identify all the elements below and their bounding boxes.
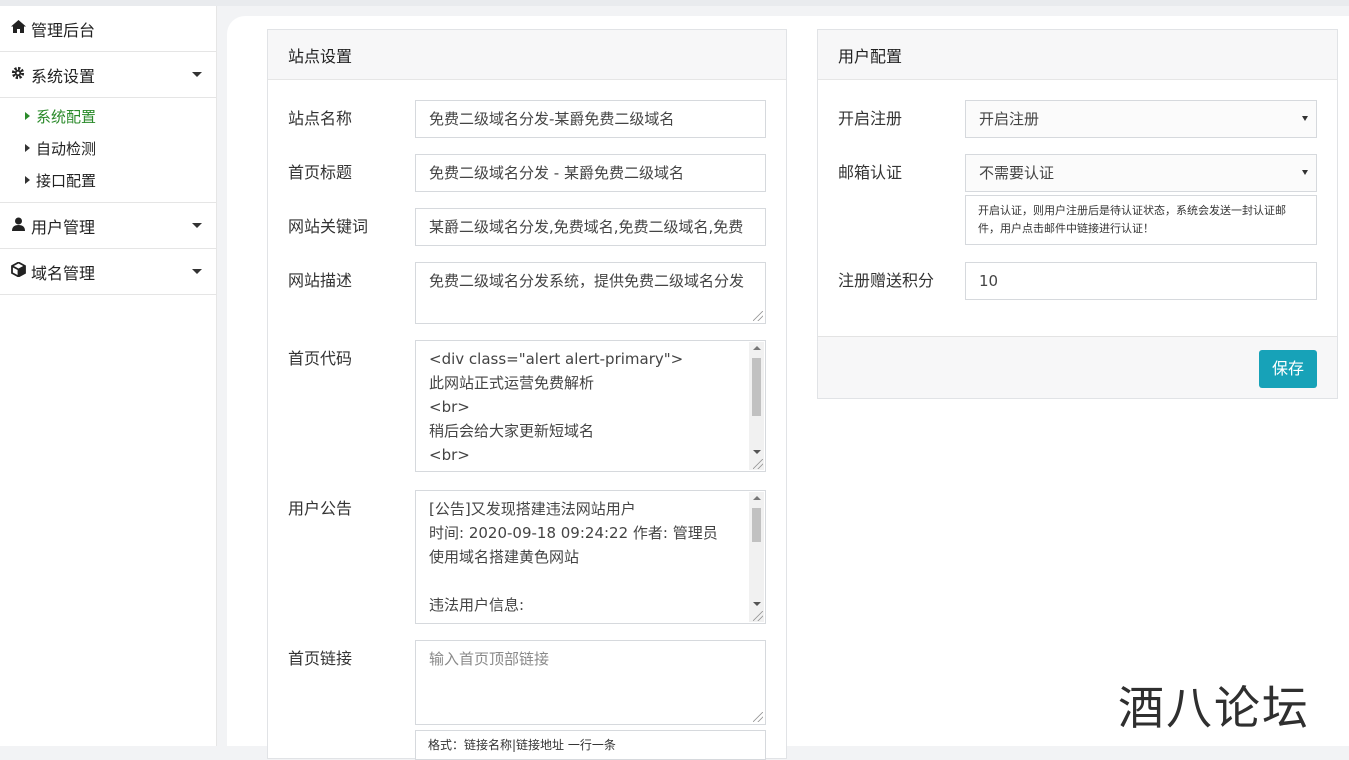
sidebar-item-label: 系统设置	[31, 66, 96, 86]
code-line: 稍后会给大家更新短域名	[429, 422, 595, 440]
submenu-system-config[interactable]: 系统配置	[0, 100, 216, 132]
announcement-textarea[interactable]: [公告]又发现搭建违法网站用户 时间: 2020-09-18 09:24:22 …	[415, 490, 766, 624]
sidebar-item-system-settings[interactable]: 系统设置	[0, 52, 216, 98]
keywords-input[interactable]: 某爵二级域名分发,免费域名,免费二级域名,免费	[415, 208, 766, 246]
description-textarea[interactable]: 免费二级域名分发系统，提供免费二级域名分发	[415, 262, 766, 324]
submenu-auto-detect[interactable]: 自动检测	[0, 132, 216, 164]
sidebar-item-label: 用户管理	[31, 217, 96, 237]
home-title-label: 首页标题	[288, 163, 353, 182]
submenu-label: 自动检测	[36, 139, 97, 158]
field-email-verify: 邮箱认证 不需要认证 开启认证，则用户注册后是待认证状态，系统会发送一封认证邮件…	[838, 154, 1317, 246]
user-config-title: 用户配置	[818, 30, 1337, 80]
scrollbar[interactable]	[749, 492, 764, 622]
caret-right-icon	[25, 176, 30, 184]
description-text: 免费二级域名分发系统，提供免费二级域名分发	[429, 272, 745, 290]
code-line: <br>	[429, 398, 470, 416]
field-site-name: 站点名称 免费二级域名分发-某爵免费二级域名	[288, 100, 766, 138]
email-verify-selected-value: 不需要认证	[979, 164, 1055, 182]
sidebar: 管理后台 系统设置 系统配置 自动检测 接口配置 用户管理 域名管理	[0, 6, 217, 746]
chevron-down-icon	[192, 223, 202, 228]
field-description: 网站描述 免费二级域名分发系统，提供免费二级域名分发	[288, 262, 766, 324]
register-selected-value: 开启注册	[979, 110, 1040, 128]
field-announcement: 用户公告 [公告]又发现搭建违法网站用户 时间: 2020-09-18 09:2…	[288, 490, 766, 624]
field-bonus-points: 注册赠送积分 10	[838, 262, 1317, 300]
card-footer: 保存	[818, 336, 1337, 398]
bonus-points-label: 注册赠送积分	[838, 271, 935, 290]
home-code-label: 首页代码	[288, 349, 353, 368]
sidebar-home-label: 管理后台	[31, 20, 96, 40]
system-submenu: 系统配置 自动检测 接口配置	[0, 98, 216, 203]
select-arrow-icon	[1302, 170, 1308, 175]
user-icon	[10, 217, 26, 235]
resize-grip-icon[interactable]	[753, 611, 763, 621]
site-name-label: 站点名称	[288, 109, 353, 128]
sidebar-item-label: 域名管理	[31, 263, 96, 283]
sidebar-item-domain-management[interactable]: 域名管理	[0, 249, 216, 295]
announcement-line	[429, 569, 743, 593]
code-line: <br>	[429, 446, 470, 464]
watermark: 酒八论坛	[1118, 681, 1310, 735]
chevron-down-icon	[192, 72, 202, 77]
field-register: 开启注册 开启注册	[838, 100, 1317, 138]
scroll-thumb[interactable]	[752, 358, 761, 416]
scrollbar[interactable]	[749, 342, 764, 470]
code-line: <div class="alert alert-primary">	[429, 350, 684, 368]
field-keywords: 网站关键词 某爵二级域名分发,免费域名,免费二级域名,免费	[288, 208, 766, 246]
select-arrow-icon	[1302, 116, 1308, 121]
announcement-line: 使用域名搭建黄色网站	[429, 548, 580, 566]
chevron-down-icon	[192, 269, 202, 274]
field-home-links: 首页链接 输入首页顶部链接 格式：链接名称|链接地址 一行一条	[288, 640, 766, 760]
description-label: 网站描述	[288, 271, 353, 290]
scroll-down-icon[interactable]	[753, 450, 761, 454]
register-label: 开启注册	[838, 109, 903, 128]
resize-grip-icon[interactable]	[753, 712, 763, 722]
home-links-placeholder: 输入首页顶部链接	[429, 650, 550, 668]
submenu-label: 接口配置	[36, 171, 97, 190]
keywords-label: 网站关键词	[288, 217, 369, 236]
home-code-textarea[interactable]: <div class="alert alert-primary"> 此网站正式运…	[415, 340, 766, 472]
gear-icon	[10, 66, 26, 84]
cube-icon	[10, 261, 26, 281]
email-verify-hint: 开启认证，则用户注册后是待认证状态，系统会发送一封认证邮件，用户点击邮件中链接进…	[965, 195, 1317, 245]
email-verify-label: 邮箱认证	[838, 163, 903, 182]
home-icon	[10, 20, 26, 37]
home-links-textarea[interactable]: 输入首页顶部链接	[415, 640, 766, 725]
code-line: 此网站正式运营免费解析	[429, 374, 595, 392]
announcement-line: 违法用户信息:	[429, 596, 525, 614]
field-home-title: 首页标题 免费二级域名分发 - 某爵免费二级域名	[288, 154, 766, 192]
resize-grip-icon[interactable]	[753, 311, 763, 321]
scroll-thumb[interactable]	[752, 508, 761, 542]
sidebar-item-user-management[interactable]: 用户管理	[0, 203, 216, 249]
bonus-points-input[interactable]: 10	[965, 262, 1317, 300]
home-links-hint: 格式：链接名称|链接地址 一行一条	[415, 730, 766, 760]
announcement-line: [公告]又发现搭建违法网站用户	[429, 500, 636, 518]
announcement-label: 用户公告	[288, 499, 353, 518]
home-links-label: 首页链接	[288, 649, 353, 668]
email-verify-select[interactable]: 不需要认证	[965, 154, 1317, 192]
scroll-up-icon[interactable]	[753, 496, 761, 500]
register-select[interactable]: 开启注册	[965, 100, 1317, 138]
sidebar-home[interactable]: 管理后台	[0, 6, 216, 52]
site-name-input[interactable]: 免费二级域名分发-某爵免费二级域名	[415, 100, 766, 138]
user-config-card: 用户配置 开启注册 开启注册 邮箱认证 不需要认证 开启认证，则用户注册后是待认…	[817, 29, 1338, 399]
submenu-label: 系统配置	[36, 107, 97, 126]
site-settings-card: 站点设置 站点名称 免费二级域名分发-某爵免费二级域名 首页标题 免费二级域名分…	[267, 29, 787, 760]
field-home-code: 首页代码 <div class="alert alert-primary"> 此…	[288, 340, 766, 472]
site-settings-title: 站点设置	[268, 30, 786, 80]
announcement-line: 时间: 2020-09-18 09:24:22 作者: 管理员	[429, 524, 718, 542]
scroll-up-icon[interactable]	[753, 346, 761, 350]
caret-right-icon	[25, 144, 30, 152]
home-title-input[interactable]: 免费二级域名分发 - 某爵免费二级域名	[415, 154, 766, 192]
submenu-api-config[interactable]: 接口配置	[0, 164, 216, 196]
save-button[interactable]: 保存	[1259, 350, 1317, 388]
scroll-down-icon[interactable]	[753, 602, 761, 606]
resize-grip-icon[interactable]	[753, 459, 763, 469]
caret-right-icon	[25, 112, 30, 120]
